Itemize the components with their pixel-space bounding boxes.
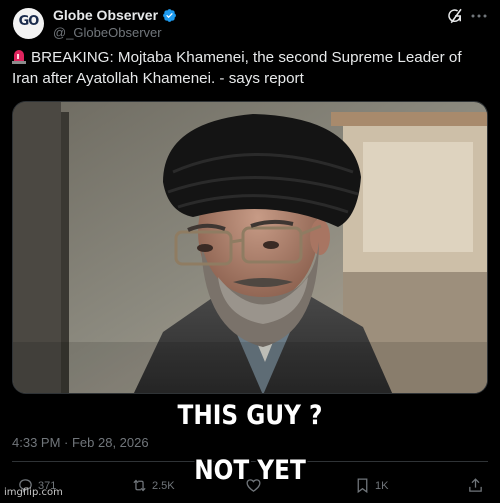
- meme-caption-top: THIS GUY ?: [177, 400, 323, 431]
- post-text-body: BREAKING: Mojtaba Khamenei, the second S…: [12, 49, 462, 87]
- avatar[interactable]: GO: [13, 8, 44, 39]
- display-name-text: Globe Observer: [53, 7, 159, 23]
- handle[interactable]: @_GlobeObserver: [53, 25, 162, 40]
- post-card: GO Globe Observer @_GlobeObserver BREAKI…: [0, 0, 500, 503]
- more-options-icon[interactable]: [470, 9, 488, 23]
- share-icon: [469, 478, 482, 492]
- verified-badge-icon: [163, 8, 176, 22]
- post-text: BREAKING: Mojtaba Khamenei, the second S…: [12, 47, 488, 89]
- display-name[interactable]: Globe Observer: [53, 7, 177, 23]
- grok-icon[interactable]: [446, 7, 464, 25]
- imgflip-watermark: imgflip.com: [4, 487, 63, 498]
- siren-icon: [12, 50, 26, 64]
- portrait-image: [13, 102, 487, 393]
- post-photo[interactable]: [12, 101, 488, 394]
- avatar-logo: GO: [18, 14, 40, 29]
- share-button[interactable]: [467, 477, 484, 494]
- post-timestamp[interactable]: 4:33 PM · Feb 28, 2026: [12, 435, 149, 450]
- meme-caption-bottom: NOT YET: [194, 455, 306, 486]
